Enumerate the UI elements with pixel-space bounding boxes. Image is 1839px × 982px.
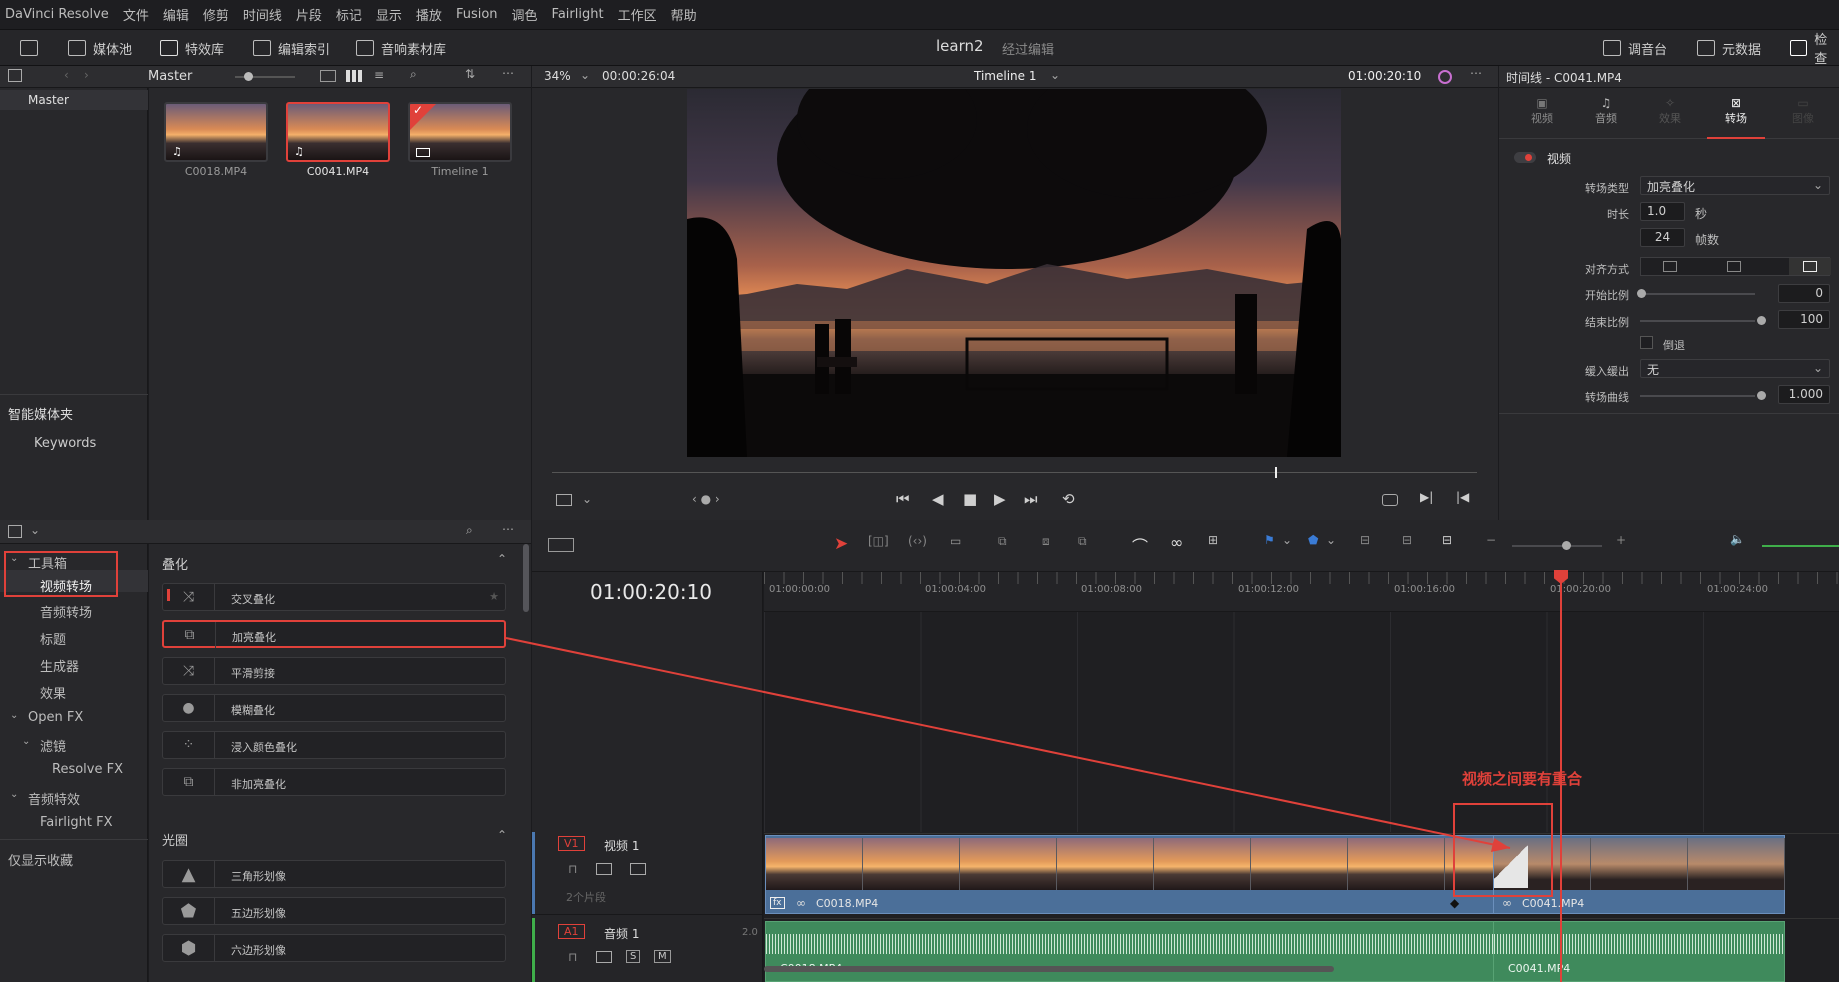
annotation-text: 视频之间要有重合 [1462,770,1583,788]
annotation-arrow [505,637,1553,897]
